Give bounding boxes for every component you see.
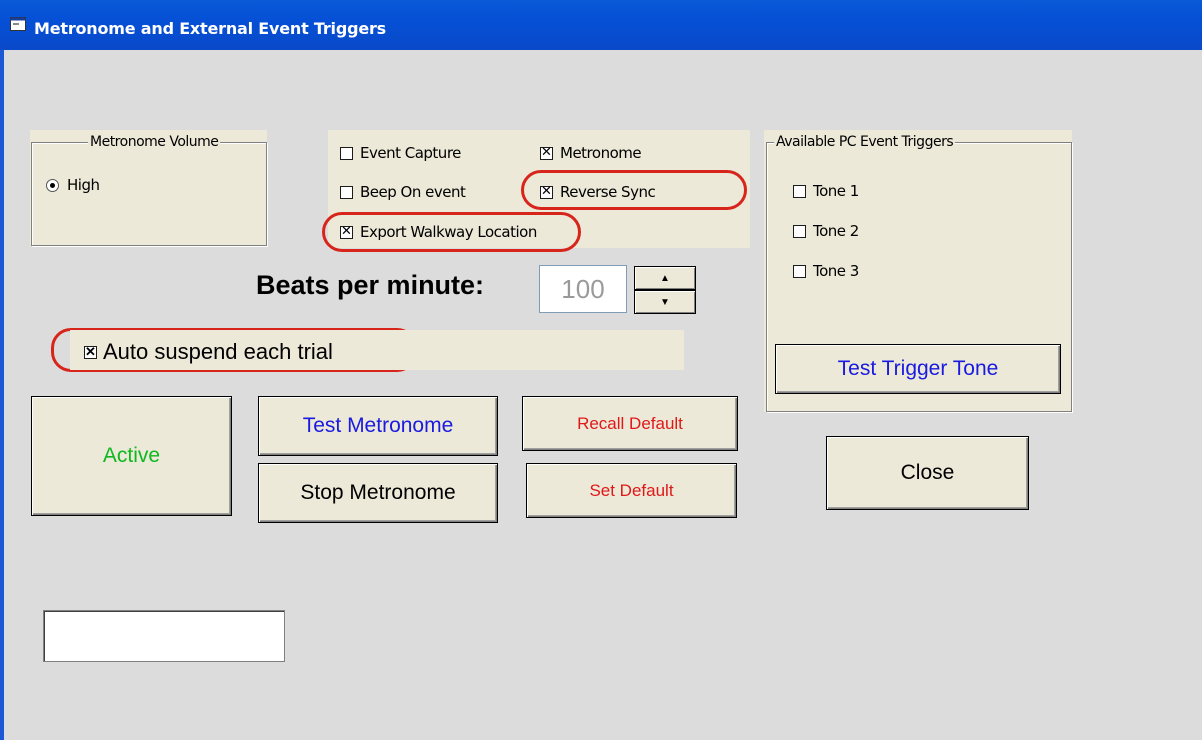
tone-1-box[interactable]	[793, 184, 806, 198]
event-capture-label: Event Capture	[360, 144, 461, 162]
window-title: Metronome and External Event Triggers	[34, 19, 386, 38]
volume-legend: Metronome Volume	[88, 134, 221, 150]
beep-on-event-box[interactable]	[340, 185, 353, 199]
set-default-button[interactable]: Set Default	[526, 463, 737, 518]
stop-metronome-button[interactable]: Stop Metronome	[258, 463, 498, 523]
volume-radio-high[interactable]: High	[46, 176, 100, 194]
bpm-input[interactable]: 100	[539, 265, 627, 313]
test-metronome-label: Test Metronome	[302, 414, 454, 437]
auto-suspend-checkbox[interactable]: Auto suspend each trial	[84, 339, 333, 365]
tone-2-checkbox[interactable]: Tone 2	[793, 222, 859, 240]
app-window-icon	[10, 17, 26, 31]
main-window: Metronome and External Event Triggers Me…	[0, 0, 1202, 740]
auto-suspend-label: Auto suspend each trial	[103, 339, 333, 364]
test-trigger-tone-label: Test Trigger Tone	[837, 357, 999, 380]
triggers-legend: Available PC Event Triggers	[774, 134, 956, 150]
tone-3-label: Tone 3	[813, 262, 859, 280]
test-trigger-tone-button[interactable]: Test Trigger Tone	[775, 344, 1061, 394]
arrow-down-icon: ▼	[660, 296, 670, 308]
test-metronome-button[interactable]: Test Metronome	[258, 396, 498, 456]
bpm-spin-up[interactable]: ▲	[634, 266, 696, 290]
active-label: Active	[102, 444, 161, 467]
tone-2-box[interactable]	[793, 224, 806, 238]
arrow-up-icon: ▲	[660, 272, 670, 284]
set-default-label: Set Default	[589, 480, 674, 500]
tone-1-label: Tone 1	[813, 182, 859, 200]
recall-default-button[interactable]: Recall Default	[522, 396, 738, 451]
close-label: Close	[900, 461, 955, 484]
status-field[interactable]	[43, 610, 285, 662]
tone-3-box[interactable]	[793, 264, 806, 278]
volume-frame	[31, 142, 267, 246]
recall-default-label: Recall Default	[577, 413, 683, 433]
beep-on-event-label: Beep On event	[360, 183, 466, 201]
active-button[interactable]: Active	[31, 396, 232, 516]
title-bar[interactable]: Metronome and External Event Triggers	[0, 0, 1202, 50]
auto-suspend-box[interactable]	[84, 344, 97, 360]
metronome-box[interactable]	[540, 145, 553, 160]
bpm-label: Beats per minute:	[256, 270, 485, 300]
stop-metronome-label: Stop Metronome	[300, 481, 456, 504]
tone-2-label: Tone 2	[813, 222, 859, 240]
reverse-sync-highlight	[521, 170, 747, 210]
volume-high-label: High	[67, 176, 100, 194]
tone-3-checkbox[interactable]: Tone 3	[793, 262, 859, 280]
metronome-checkbox[interactable]: Metronome	[540, 144, 642, 162]
beep-on-event-checkbox[interactable]: Beep On event	[340, 183, 466, 201]
metronome-label: Metronome	[560, 144, 642, 162]
close-button[interactable]: Close	[826, 436, 1029, 510]
radio-indicator[interactable]	[46, 178, 59, 192]
window-left-border	[0, 50, 4, 740]
event-capture-box[interactable]	[340, 146, 353, 160]
export-walkway-highlight	[322, 212, 581, 252]
bpm-spin-down[interactable]: ▼	[634, 290, 696, 314]
tone-1-checkbox[interactable]: Tone 1	[793, 182, 859, 200]
event-capture-checkbox[interactable]: Event Capture	[340, 144, 461, 162]
